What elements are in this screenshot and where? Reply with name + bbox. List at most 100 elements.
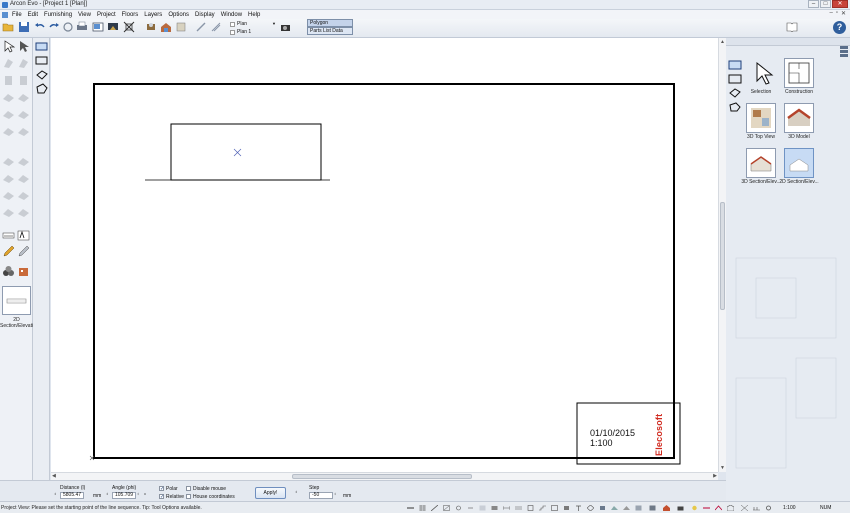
- plot-tool-icon[interactable]: [2, 189, 15, 202]
- multi-select-icon[interactable]: [17, 40, 30, 53]
- snap-point-icon[interactable]: [455, 505, 462, 511]
- wall-hatch-icon[interactable]: [491, 505, 498, 511]
- vertical-scrollbar[interactable]: ▲ ▼: [718, 38, 726, 472]
- furniture-icon[interactable]: [145, 21, 157, 33]
- house-icon[interactable]: [160, 21, 172, 33]
- rotated-rectangle-icon[interactable]: [35, 69, 48, 80]
- close-button[interactable]: ✕: [832, 0, 848, 8]
- menu-edit[interactable]: Edit: [28, 12, 38, 18]
- layer-tool-icon[interactable]: [17, 189, 30, 202]
- mode-list[interactable]: Polygon Parts List Data: [307, 19, 353, 35]
- stair-tool-icon[interactable]: [17, 74, 30, 87]
- polar-checkbox[interactable]: ✓: [159, 486, 164, 492]
- texture-icon[interactable]: [175, 21, 187, 33]
- help-button[interactable]: ?: [833, 21, 846, 34]
- list-view-icon[interactable]: [840, 46, 848, 57]
- catalog-icon[interactable]: [786, 22, 798, 32]
- render-display-icon[interactable]: [635, 505, 642, 511]
- line-style-icon[interactable]: [407, 505, 414, 511]
- horizontal-scrollbar[interactable]: ◀ ▶: [51, 472, 718, 480]
- house-coordinates-checkbox[interactable]: [186, 494, 191, 499]
- mode-polygon[interactable]: Polygon: [307, 19, 353, 27]
- terrain-tool-icon[interactable]: [2, 155, 15, 168]
- polygon-icon[interactable]: [728, 102, 742, 112]
- mdi-close-button[interactable]: ✕: [841, 10, 846, 17]
- plan-option[interactable]: Plan: [230, 20, 276, 28]
- angle-spinner-icon[interactable]: ⇳: [137, 492, 141, 499]
- house-display-icon[interactable]: [663, 505, 670, 511]
- section-display-icon[interactable]: [703, 505, 710, 511]
- rectangle-filled-icon[interactable]: [35, 41, 48, 52]
- 3d-section-tile[interactable]: [746, 148, 776, 178]
- menu-furnishing[interactable]: Furnishing: [44, 12, 72, 18]
- scroll-down-icon[interactable]: ▼: [720, 465, 725, 471]
- camera-display-icon[interactable]: [677, 505, 684, 511]
- horizontal-scroll-thumb[interactable]: [292, 474, 472, 479]
- wireframe-display-icon[interactable]: [741, 505, 748, 511]
- refresh-icon[interactable]: [62, 21, 74, 33]
- rectangle-filled-icon[interactable]: [728, 60, 742, 70]
- grid-icon[interactable]: [419, 505, 426, 511]
- distance-input[interactable]: 5805.47: [60, 492, 84, 499]
- 3d-model-tile[interactable]: [784, 103, 814, 133]
- dropdown-arrow-icon[interactable]: ▼: [272, 21, 276, 26]
- window-display-icon[interactable]: [515, 505, 522, 511]
- objects-icon[interactable]: [2, 265, 15, 278]
- select-arrow-icon[interactable]: [2, 40, 15, 53]
- wall-tool-icon[interactable]: [2, 57, 15, 70]
- text-display-icon[interactable]: [575, 505, 582, 511]
- open-folder-icon[interactable]: [2, 21, 14, 33]
- section-elevation-thumbnail[interactable]: [2, 286, 31, 315]
- step-input[interactable]: -50: [309, 492, 333, 499]
- door-tool-icon[interactable]: [2, 74, 15, 87]
- snap-angle-icon[interactable]: [443, 505, 450, 511]
- roof-display-icon[interactable]: [623, 505, 630, 511]
- plan-option[interactable]: Plan 1: [230, 28, 276, 36]
- scroll-left-icon[interactable]: ◀: [52, 473, 56, 479]
- light-display-icon[interactable]: [691, 505, 698, 511]
- object-display-icon[interactable]: [599, 505, 606, 511]
- pencil-icon[interactable]: [2, 245, 15, 258]
- slab-tool-icon[interactable]: [2, 108, 15, 121]
- apply-button[interactable]: Apply!: [255, 487, 286, 499]
- text-tool-icon[interactable]: [17, 229, 30, 242]
- print-preview-icon[interactable]: [92, 21, 104, 33]
- scroll-right-icon[interactable]: ▶: [713, 473, 717, 479]
- room-display-icon[interactable]: [551, 505, 558, 511]
- menu-layers[interactable]: Layers: [144, 12, 162, 18]
- document-icon[interactable]: [2, 11, 8, 18]
- measure-display-icon[interactable]: [753, 505, 760, 511]
- rectangle-icon[interactable]: [728, 74, 742, 84]
- symbol-display-icon[interactable]: [587, 505, 594, 511]
- drawn-rectangle[interactable]: [170, 123, 322, 181]
- pen-icon[interactable]: [17, 245, 30, 258]
- menu-floors[interactable]: Floors: [122, 12, 139, 18]
- window-tool-icon[interactable]: [17, 57, 30, 70]
- rectangle-icon[interactable]: [35, 55, 48, 66]
- undo-icon[interactable]: [34, 21, 46, 33]
- building-icon[interactable]: [17, 265, 30, 278]
- relative-checkbox[interactable]: ✓: [159, 494, 164, 500]
- measure-icon[interactable]: [210, 21, 222, 33]
- redo-icon[interactable]: [48, 21, 60, 33]
- beam-tool-icon[interactable]: [2, 125, 15, 138]
- area-tool-icon[interactable]: [2, 206, 15, 219]
- 3d-top-view-tile[interactable]: [746, 103, 776, 133]
- ceiling-tool-icon[interactable]: [17, 91, 30, 104]
- step-spinner-icon[interactable]: ⇳: [334, 492, 338, 499]
- terrain-display-icon[interactable]: [611, 505, 618, 511]
- fence-tool-icon[interactable]: [17, 206, 30, 219]
- mdi-minimize-button[interactable]: –: [829, 10, 832, 17]
- roof-tool-icon[interactable]: [2, 91, 15, 104]
- 3d-display-icon[interactable]: [727, 505, 734, 511]
- scroll-up-icon[interactable]: ▲: [720, 39, 725, 45]
- drawing-canvas[interactable]: [51, 38, 718, 472]
- mode-parts-list-data[interactable]: Parts List Data: [307, 27, 353, 35]
- save-icon[interactable]: [18, 21, 30, 33]
- polygon-icon[interactable]: [35, 83, 48, 94]
- plan-selector[interactable]: Plan Plan 1 ▼: [230, 20, 276, 36]
- angle-input[interactable]: 105.709: [112, 492, 136, 499]
- menu-file[interactable]: File: [12, 12, 22, 18]
- disable-mouse-checkbox[interactable]: [186, 486, 191, 491]
- room-tool-icon[interactable]: [17, 125, 30, 138]
